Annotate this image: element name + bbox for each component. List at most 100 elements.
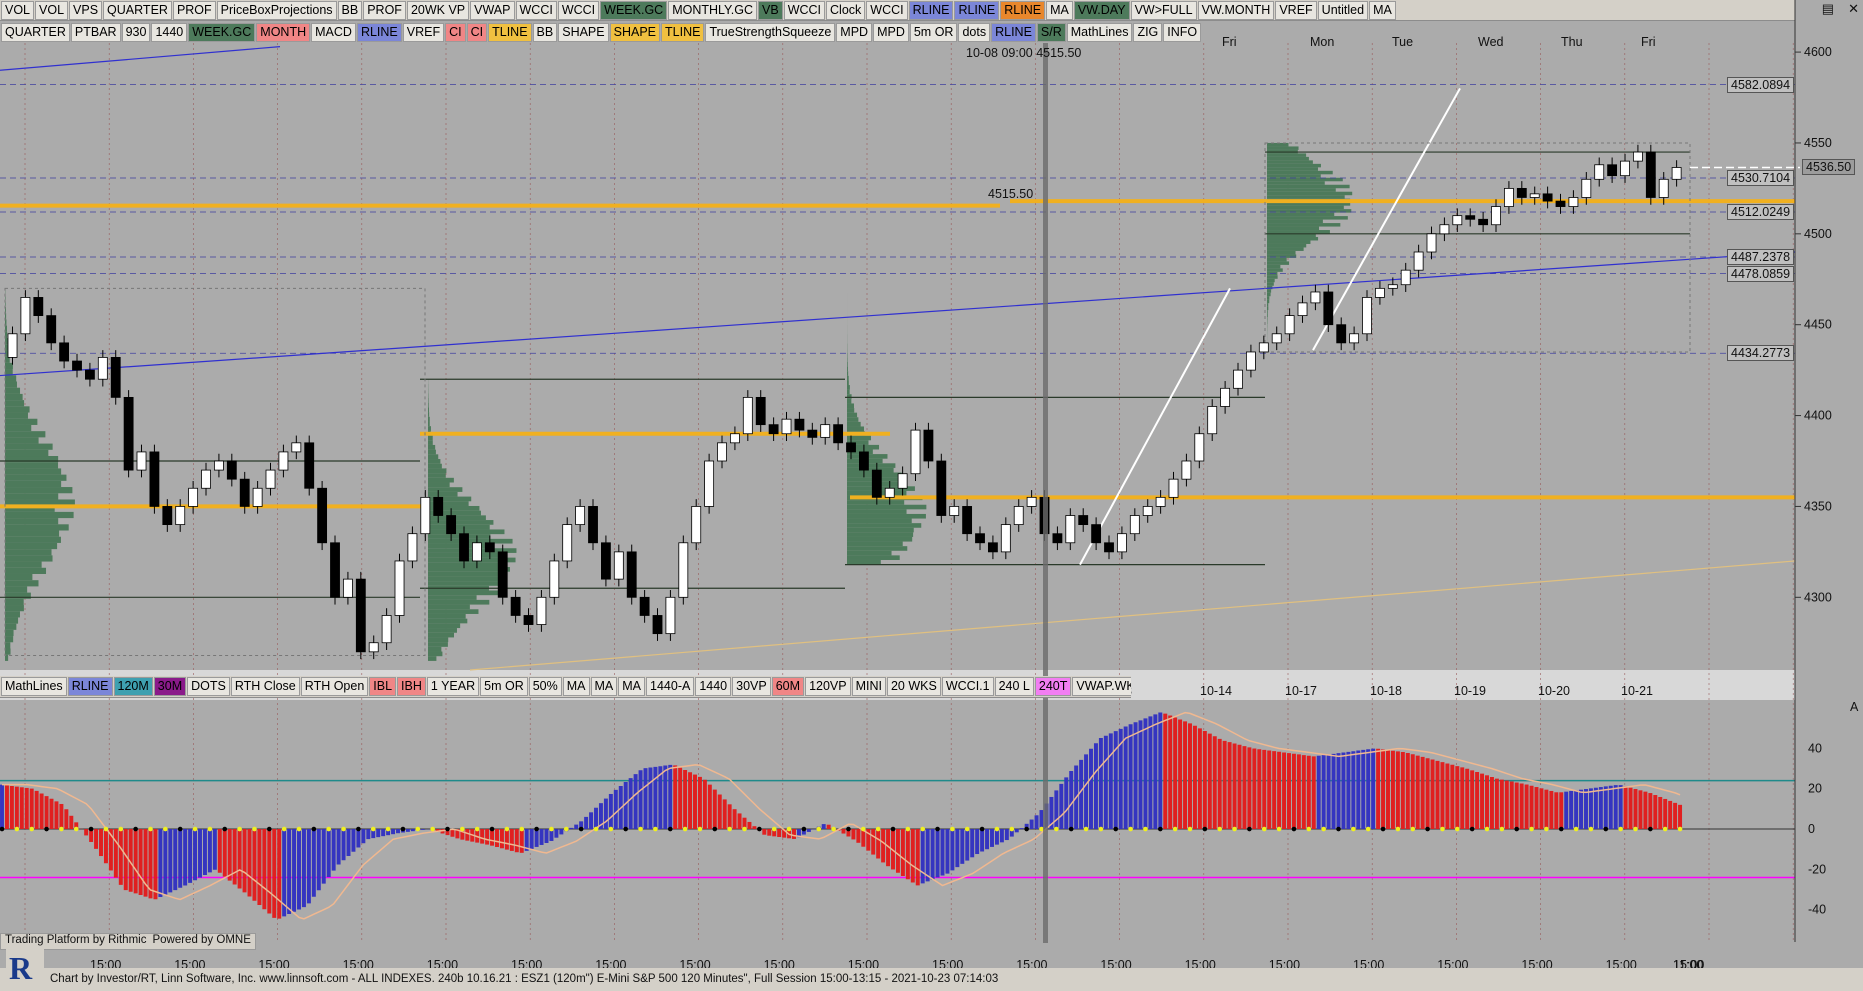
date-label: 10-19 [1454,684,1486,698]
volume-profile-bar [5,493,59,500]
volume-profile-bar [428,440,433,445]
toolbar-button-rth-close[interactable]: RTH Close [230,677,300,696]
toolbar-button-ma[interactable]: MA [562,677,590,696]
volume-profile-bar [5,623,17,630]
squeeze-dot [846,826,851,832]
volume-profile-bar [5,480,62,488]
candle-down [72,360,82,371]
squeeze-dot [207,826,213,832]
squeeze-dot [1217,826,1222,832]
squeeze-dot [1291,826,1297,832]
squeeze-dot [59,826,64,832]
volume-profile-bar [428,454,439,460]
crosshair-label: 10-08 09:00 4515.50 [966,46,1081,60]
toolbar-button-ma[interactable]: MA [618,677,646,696]
volume-profile-bar [1267,223,1341,227]
toolbar-button-ibh[interactable]: IBH [397,677,426,696]
toolbar-button-1-year[interactable]: 1 YEAR [426,677,480,696]
squeeze-dot [1128,826,1133,832]
volume-profile-bar [1267,219,1323,224]
day-label: Fri [1641,35,1656,49]
candle-up [7,333,18,358]
toolbar-button-240-l[interactable]: 240 L [994,677,1034,696]
toolbar-button-wcci-1[interactable]: WCCI.1 [941,677,994,696]
toolbar-button-1440[interactable]: 1440 [695,677,732,696]
candle-up [717,442,727,462]
volume-profile-bar [5,449,49,457]
close-icon[interactable]: ✕ [1848,1,1859,17]
squeeze-dot [326,826,332,832]
squeeze-dot [1633,826,1638,832]
toolbar-button-30vp[interactable]: 30VP [732,677,771,696]
volume-profile-bar [428,524,490,530]
toolbar-button-vwap-wk[interactable]: VWAP.WK [1072,677,1131,696]
restore-icon[interactable]: ▤ [1822,1,1834,17]
volume-profile-bar [5,617,19,624]
toolbar-button-ma[interactable]: MA [590,677,618,696]
candle-up [1194,433,1205,462]
volume-profile-bar [5,387,21,394]
volume-profile-bar [847,541,903,547]
toolbar-button-ibl[interactable]: IBL [369,677,397,696]
volume-profile-bar [428,463,442,469]
candle-up [394,560,405,616]
candle-down [317,487,328,544]
squeeze-dot [1098,826,1104,832]
volume-profile-bar [847,536,913,542]
volume-profile-bar [1267,226,1320,231]
squeeze-dot [727,826,732,832]
volume-profile-bar [847,467,894,473]
volume-profile-bar [5,580,39,587]
toolbar-button-50-[interactable]: 50% [528,677,562,696]
toolbar-button-240t[interactable]: 240T [1034,677,1072,696]
squeeze-dot [1113,826,1119,832]
toolbar-button-rline[interactable]: RLINE [67,677,113,696]
squeeze-dot [1603,826,1609,832]
squeeze-dot [1068,826,1074,832]
volume-profile-bar [1267,153,1307,157]
candle-down [936,460,947,516]
price-tick-label: 4600 [1804,45,1832,59]
investor-rt-logo: R [6,949,44,991]
toolbar-button-120vp[interactable]: 120VP [805,677,851,696]
squeeze-dot [118,826,124,832]
candle-up [1207,406,1218,435]
toolbar-button-60m[interactable]: 60M [771,677,805,696]
volume-profile-bar [847,375,849,381]
candle-down [962,506,973,535]
toolbar-button-30m[interactable]: 30M [153,677,187,696]
price-chart[interactable]: 40200-20-4015:00 15:00 15:00 15:00 15:00 15:0… [0,0,1863,991]
candle-up [1452,215,1463,226]
toolbar-button-dots[interactable]: DOTS [187,677,230,696]
candle-down [355,578,366,653]
candle-up [575,506,586,526]
toolbar-button-1440-a[interactable]: 1440-A [646,677,695,696]
toolbar-button-rth-open[interactable]: RTH Open [300,677,369,696]
squeeze-dot [801,826,807,832]
toolbar-button-20-wks[interactable]: 20 WKS [886,677,941,696]
candle-up [1220,387,1231,407]
volume-profile-bar [847,523,922,528]
toolbar-button-mathlines[interactable]: MathLines [1,677,67,696]
volume-profile-bar [428,515,486,521]
date-label: 10-20 [1538,684,1570,698]
volume-profile-bar [5,567,47,574]
candle-up [536,596,547,625]
volume-profile-bar [1267,142,1289,147]
squeeze-dot [29,826,34,832]
toolbar-button-mini[interactable]: MINI [851,677,886,696]
volume-profile-bar [428,599,490,605]
squeeze-dot [1143,826,1148,832]
squeeze-dot [1469,826,1475,832]
squeeze-dot [1380,826,1386,832]
toolbar-button-120m[interactable]: 120M [113,677,153,696]
price-tick-label: 4450 [1804,318,1832,332]
squeeze-dot [430,826,435,832]
volume-profile-bar [5,586,28,593]
volume-profile-bar [5,468,62,475]
volume-profile-bar [1267,184,1350,189]
toolbar-button-5m-or[interactable]: 5m OR [480,677,528,696]
volume-profile-bar [5,524,69,531]
macd-tick-label: -20 [1808,862,1826,876]
candle-down [1078,515,1089,526]
